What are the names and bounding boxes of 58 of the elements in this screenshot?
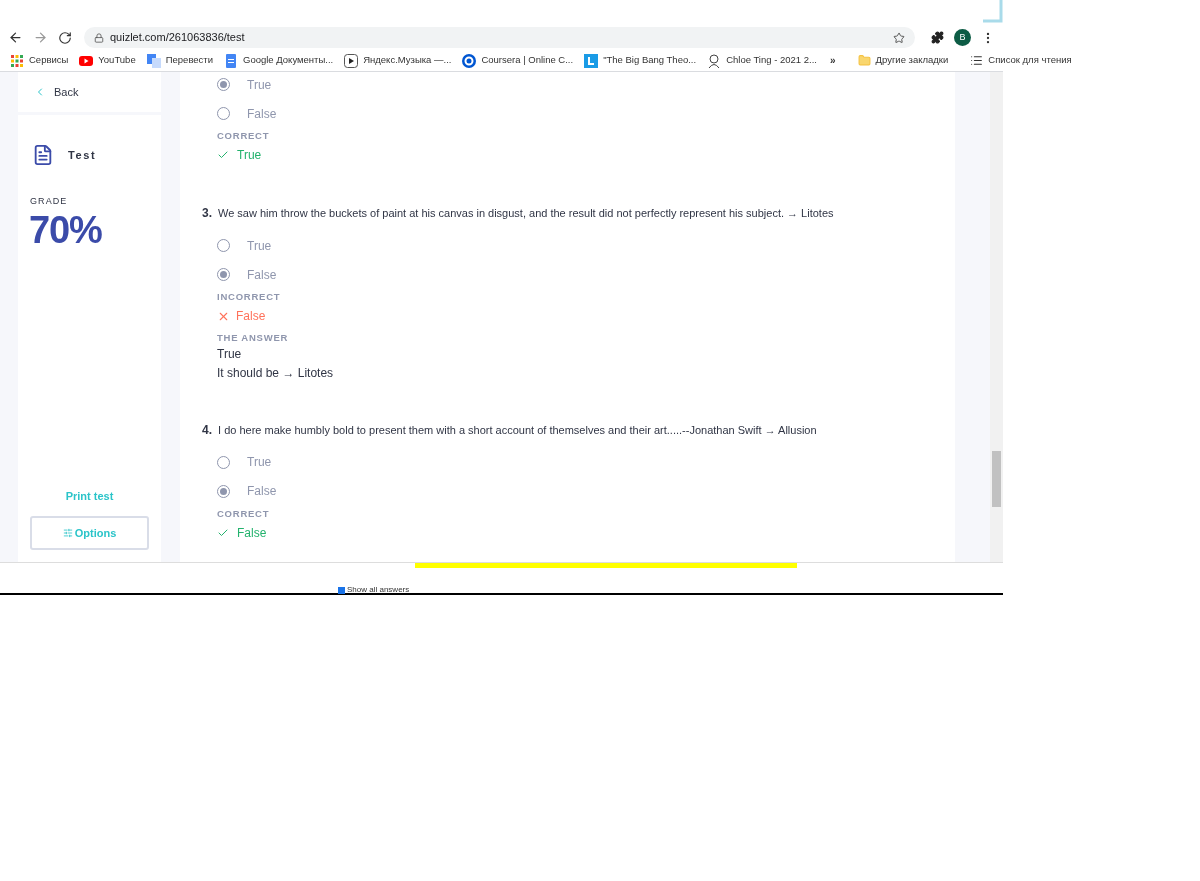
question-number: 3. <box>202 205 212 223</box>
mode-title: Test <box>68 147 97 163</box>
question-number: 4. <box>202 421 212 439</box>
grade-label: GRADE <box>29 195 69 208</box>
result-heading: CORRECT <box>217 129 271 143</box>
list-icon <box>970 54 984 67</box>
reload-icon[interactable] <box>58 30 72 45</box>
apps-grid-icon <box>10 53 24 68</box>
question-text: We saw him throw the buckets of paint at his canvas in disgust, and the result did not perfectly represent his subject. → Litotes <box>218 206 834 222</box>
option-label: False <box>247 266 277 284</box>
corner-bracket-icon <box>983 0 1003 23</box>
answer-heading: THE ANSWER <box>217 330 290 345</box>
sliders-icon <box>62 528 73 538</box>
answer-text: False <box>236 308 266 325</box>
bookmark[interactable]: YouTube <box>79 53 136 68</box>
folder-icon <box>857 54 871 67</box>
result-heading: INCORRECT <box>217 290 282 305</box>
more-bookmarks-button[interactable]: » <box>829 53 836 68</box>
bookmark[interactable]: Google Документы... <box>224 53 334 68</box>
correct-answer: True <box>217 345 243 363</box>
bookmark[interactable]: Сервисы <box>10 53 69 68</box>
option-label: False <box>247 105 277 123</box>
url-text: quizlet.com/261063836/test <box>110 30 246 46</box>
bookmark[interactable]: Перевести <box>146 53 213 68</box>
option-label: True <box>247 76 272 94</box>
back-link[interactable]: Back <box>34 83 79 101</box>
scrollbar[interactable] <box>990 72 1003 562</box>
option-label: False <box>247 483 277 501</box>
grade-value: 70% <box>28 208 103 251</box>
option-label: True <box>247 454 272 472</box>
profile-avatar[interactable]: B <box>954 29 971 46</box>
c-logo-icon <box>462 53 477 68</box>
answer-text: True <box>237 146 262 164</box>
star-icon[interactable] <box>893 31 905 44</box>
bookmark-folder[interactable]: Другие закладки <box>857 53 949 68</box>
forward-arrow-icon[interactable] <box>33 30 48 45</box>
answer-text: False <box>237 524 267 542</box>
play-icon <box>79 53 94 68</box>
document-icon <box>224 53 238 68</box>
answer-note: It should be → Litotes <box>217 364 335 382</box>
address-bar[interactable]: quizlet.com/261063836/test <box>84 27 915 48</box>
reading-list[interactable]: Список для чтения <box>970 53 1072 68</box>
sketch-figure-icon <box>707 53 722 68</box>
bookmark[interactable]: Coursera | Online C... <box>462 53 574 68</box>
puzzle-icon[interactable] <box>931 31 944 44</box>
document-icon <box>32 143 54 167</box>
checkbox-label: Show all answers <box>347 585 410 594</box>
question-text: I do here make humbly bold to present them with a short account of themselves and their art.....--Jonathan Swift → Allusion <box>218 422 817 438</box>
bookmark[interactable]: Chloe Ting - 2021 2... <box>707 53 817 68</box>
l-logo-icon <box>584 53 599 68</box>
option-label: True <box>247 237 272 255</box>
bookmark[interactable]: Яндекс.Музыка —... <box>344 53 452 68</box>
checkbox[interactable] <box>338 587 345 594</box>
lock-icon <box>94 32 104 43</box>
result-heading: CORRECT <box>217 506 271 521</box>
play-icon <box>344 53 359 68</box>
translate-icon <box>146 53 161 68</box>
bookmark[interactable]: "The Big Bang Theo... <box>584 53 697 68</box>
